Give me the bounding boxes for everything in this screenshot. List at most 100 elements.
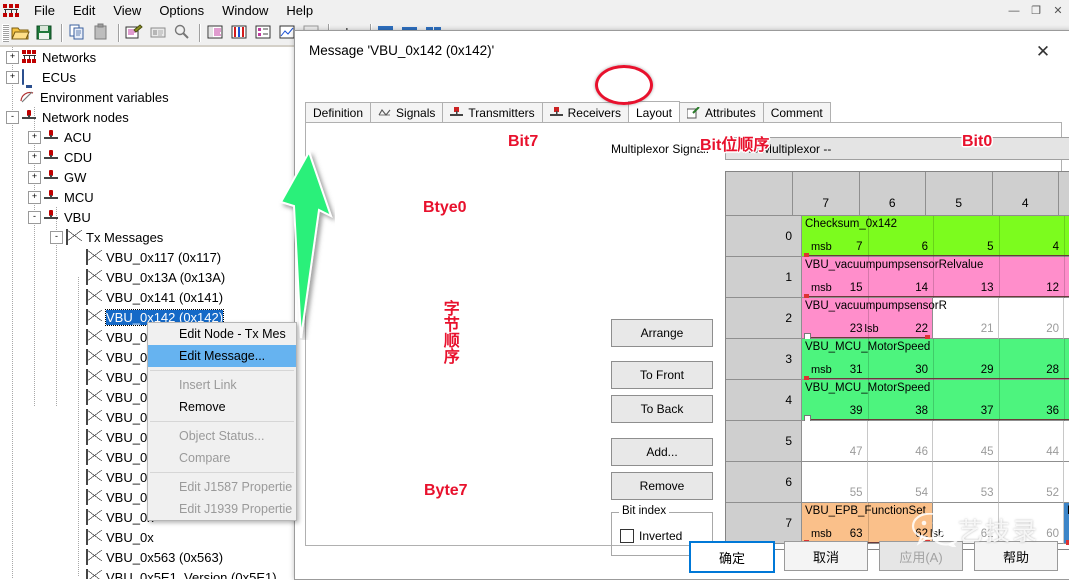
tree-leaf-marker — [72, 272, 83, 283]
tree-item-label: VBU_0x13A (0x13A) — [106, 269, 226, 285]
grid-bit-cell[interactable]: 45 — [933, 421, 999, 462]
to-front-button[interactable]: To Front — [611, 361, 713, 389]
tree-expander[interactable]: - — [28, 210, 41, 224]
application-window: File Edit View Options Window Help — ❐ ✕ — [0, 0, 1069, 580]
menu-file[interactable]: File — [25, 1, 64, 20]
context-menu-item[interactable]: Edit Node - Tx Mes — [148, 323, 296, 345]
grid-bit-cell[interactable]: 20 — [998, 298, 1064, 339]
grid-bit-number: 27 — [1064, 364, 1069, 376]
menu-window[interactable]: Window — [213, 1, 277, 20]
context-menu-item[interactable]: Edit Message... — [148, 345, 296, 367]
properties-icon[interactable] — [148, 23, 170, 43]
grid-bit-cell[interactable]: 46 — [867, 421, 933, 462]
grid-byte-row: 65554535251504948 — [726, 462, 1069, 503]
bit-layout-grid[interactable]: 76543210076543210Checksum_0x14276543210m… — [725, 171, 1069, 550]
menu-options[interactable]: Options — [150, 1, 213, 20]
open-icon[interactable] — [10, 23, 32, 43]
grid-bit-cells[interactable]: 4746454443424140 — [802, 421, 1069, 462]
grid-bit-cell[interactable]: 43 — [1064, 421, 1069, 462]
grid-bit-number: 45 — [980, 446, 994, 458]
grid-byte-index: 1 — [726, 257, 802, 298]
tab-receivers[interactable]: Receivers — [541, 102, 629, 123]
arrange-button[interactable]: Arrange — [611, 319, 713, 347]
signal-block[interactable]: Rollingcounter_0x14259585756msblsb — [1064, 503, 1069, 545]
grid-bit-cells[interactable]: 2322212019181716VBU_vacuumpumpsensorR232… — [802, 298, 1069, 340]
help-button[interactable]: 帮助 — [974, 541, 1058, 571]
tree-expander[interactable]: + — [6, 50, 19, 64]
save-icon[interactable] — [34, 23, 56, 43]
grid-bit-cell[interactable]: 54 — [867, 462, 933, 503]
networks-view-icon[interactable] — [205, 23, 227, 43]
grid-bit-cells[interactable]: 3130292827262524VBU_MCU_MotorSpeed313029… — [802, 339, 1069, 381]
grid-bit-header: 3 — [1059, 172, 1069, 216]
grid-byte-row: 115141312111098VBU_vacuumpumpsensorRelva… — [726, 257, 1069, 299]
tree-expander[interactable]: + — [28, 150, 41, 164]
grid-bit-header: 6 — [859, 172, 926, 216]
tab-attributes[interactable]: Attributes — [679, 102, 764, 123]
tree-expander[interactable]: + — [28, 130, 41, 144]
tree-expander[interactable]: + — [6, 70, 19, 84]
restore-button[interactable]: ❐ — [1025, 0, 1047, 21]
tree-expander[interactable]: - — [6, 110, 19, 124]
signal-block[interactable]: Checksum_0x14276543210msblsb — [802, 216, 1069, 258]
signal-extent-line — [804, 337, 930, 338]
menu-help[interactable]: Help — [277, 1, 322, 20]
multiplexor-select[interactable]: -- No Multiplexor -- ⌄ — [725, 137, 1069, 160]
close-button[interactable]: ✕ — [1047, 0, 1069, 21]
signal-block[interactable]: VBU_MCU_MotorSpeed3938373635343332lsb — [802, 380, 1069, 422]
ecu-icon — [22, 69, 38, 85]
add-button[interactable]: Add... — [611, 438, 713, 466]
grid-corner-cell — [726, 172, 793, 216]
signal-block[interactable]: VBU_MCU_MotorSpeed3130292827262524msb — [802, 339, 1069, 381]
context-menu-item[interactable]: Remove — [148, 396, 296, 418]
grid-bit-cells[interactable]: 15141312111098VBU_vacuumpumpsensorRelval… — [802, 257, 1069, 299]
wechat-logo-icon — [910, 512, 962, 550]
tab-signals[interactable]: Signals — [370, 102, 444, 123]
dialog-close-button[interactable]: ✕ — [1026, 39, 1060, 65]
matrix-view-icon[interactable] — [229, 23, 251, 43]
find-icon[interactable] — [172, 23, 194, 43]
grid-bit-cells[interactable]: 5554535251504948 — [802, 462, 1069, 503]
grid-bit-cells[interactable]: 3938373635343332VBU_MCU_MotorSpeed393837… — [802, 380, 1069, 422]
grid-bit-cell[interactable]: 53 — [933, 462, 999, 503]
tree-expander[interactable]: + — [28, 170, 41, 184]
context-menu-item: Edit J1939 Propertie — [179, 502, 293, 516]
grid-bit-cell[interactable]: 60 — [998, 503, 1064, 544]
signal-extent-line — [804, 378, 1069, 379]
cancel-button[interactable]: 取消 — [784, 541, 868, 571]
tab-definition[interactable]: Definition — [305, 102, 372, 123]
remove-button[interactable]: Remove — [611, 472, 713, 500]
inverted-checkbox[interactable] — [620, 529, 634, 543]
tab-transmitters[interactable]: Transmitters — [442, 102, 543, 123]
grid-bit-cell[interactable]: 44 — [998, 421, 1064, 462]
menu-view[interactable]: View — [104, 1, 150, 20]
signal-block[interactable]: VBU_vacuumpumpsensorRelvalue151413121110… — [802, 257, 1069, 299]
ok-button[interactable]: 确定 — [689, 541, 775, 573]
grid-bit-cell[interactable]: 47 — [802, 421, 868, 462]
tab-comment[interactable]: Comment — [762, 102, 831, 123]
toolbar-grip[interactable] — [2, 24, 9, 42]
signal-block[interactable]: VBU_vacuumpumpsensorR 23 22 lsb — [802, 298, 947, 340]
inverted-checkbox-row[interactable]: Inverted — [620, 529, 682, 543]
minimize-button[interactable]: — — [1003, 0, 1025, 21]
paste-icon[interactable] — [91, 23, 113, 43]
tree-leaf-marker — [72, 472, 83, 483]
context-menu[interactable]: Edit Node - Tx Mes Edit Message... Insert … — [147, 322, 297, 521]
tab-layout[interactable]: Layout — [627, 101, 681, 123]
copy-icon[interactable] — [67, 23, 89, 43]
grid-bit-cell[interactable]: 52 — [998, 462, 1064, 503]
grid-bit-cell[interactable]: 55 — [802, 462, 868, 503]
table-view-icon[interactable] — [253, 23, 275, 43]
to-back-button[interactable]: To Back — [611, 395, 713, 423]
message-icon — [86, 289, 102, 305]
menu-edit[interactable]: Edit — [64, 1, 104, 20]
grid-bit-cell[interactable]: 19 — [1064, 298, 1069, 339]
tree-expander[interactable]: - — [50, 230, 63, 244]
grid-bit-cell[interactable]: 51 — [1064, 462, 1069, 503]
edit-object-icon[interactable] — [124, 23, 146, 43]
grid-bit-cells[interactable]: 76543210Checksum_0x14276543210msblsb — [802, 216, 1069, 258]
grid-bit-number: 14 — [915, 282, 928, 294]
tree-expander[interactable]: + — [28, 190, 41, 204]
grid-byte-index: 7 — [726, 503, 802, 544]
tree-leaf-marker — [72, 412, 83, 423]
